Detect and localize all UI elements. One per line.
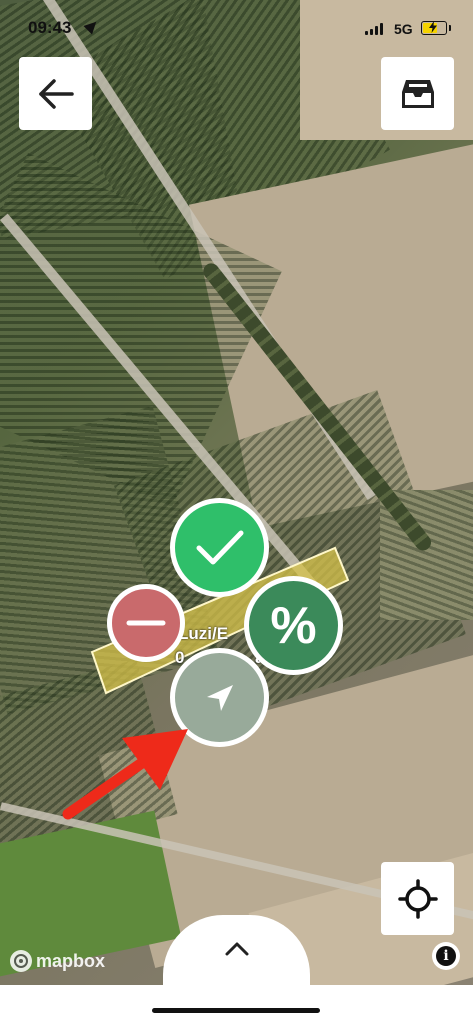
checkmark-icon — [196, 530, 243, 564]
cellular-signal-icon — [365, 23, 387, 35]
home-indicator[interactable] — [152, 1008, 320, 1013]
remove-button[interactable] — [107, 584, 185, 662]
navigate-button[interactable] — [170, 648, 269, 747]
battery-icon — [421, 21, 451, 35]
inbox-button[interactable] — [381, 57, 454, 130]
location-services-icon — [83, 17, 101, 35]
status-bar: 09:43 5G — [0, 0, 473, 50]
crosshair-icon — [397, 878, 438, 919]
field-name-label: Luzi/E — [178, 624, 229, 643]
status-time: 09:43 — [28, 18, 72, 37]
bottom-bar — [0, 985, 473, 1024]
locate-me-button[interactable] — [381, 862, 454, 935]
percent-button[interactable]: % — [244, 576, 343, 675]
chevron-up-icon — [225, 942, 249, 956]
percent-label: % — [270, 596, 317, 655]
satellite-map[interactable] — [0, 0, 473, 985]
mapbox-wordmark: mapbox — [36, 950, 106, 971]
back-button[interactable] — [19, 57, 92, 130]
network-type: 5G — [394, 21, 413, 37]
mapbox-logo-icon — [10, 950, 32, 972]
confirm-button[interactable] — [170, 498, 269, 597]
arrow-left-icon — [38, 78, 74, 109]
info-icon: i — [436, 946, 456, 966]
charging-bolt-icon — [429, 21, 437, 33]
mapbox-attribution[interactable]: mapbox — [10, 950, 105, 972]
navigation-arrow-icon — [206, 684, 233, 711]
minus-icon — [126, 620, 166, 626]
inbox-tray-icon — [401, 79, 434, 108]
attribution-info-button[interactable]: i — [432, 942, 460, 970]
